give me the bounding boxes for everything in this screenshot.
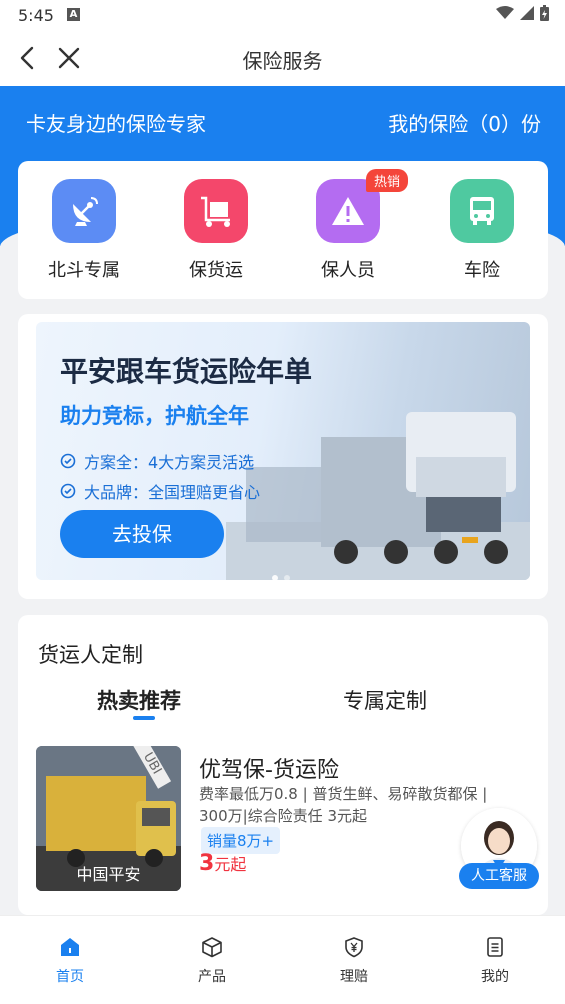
cart-icon (184, 179, 248, 243)
carousel-dots (272, 575, 290, 581)
bus-icon (450, 179, 514, 243)
system-icons (496, 5, 549, 21)
banner-feature-text: 大品牌：全国理赔更省心 (84, 483, 261, 502)
category-label: 北斗专属 (48, 260, 120, 281)
notification-a-icon: A (67, 8, 80, 21)
tab-home[interactable]: 首页 (30, 936, 110, 986)
hot-badge: 热销 (366, 169, 409, 192)
check-circle-icon (60, 453, 76, 469)
tab-label: 产品 (198, 969, 226, 985)
section-title: 货运人定制 (38, 643, 143, 667)
product-price: 3元起 (199, 851, 246, 876)
price-number: 3 (199, 851, 215, 876)
signal-icon (520, 6, 534, 20)
product-image[interactable]: UBI 中国平安 (36, 746, 181, 891)
category-label: 保货运 (189, 260, 243, 281)
tab-products[interactable]: 产品 (172, 936, 252, 986)
banner-title: 平安跟车货运险年单 (60, 355, 313, 388)
category-cargo[interactable]: 保货运 (166, 179, 266, 282)
home-icon (61, 938, 79, 956)
sales-badge: 销量8万+ (201, 827, 281, 854)
satellite-dish-icon (52, 179, 116, 243)
shield-yen-icon (345, 937, 363, 958)
category-beidou[interactable]: 北斗专属 (34, 179, 134, 282)
my-insurance-link[interactable]: 我的保险（0）份 (388, 108, 541, 137)
cube-icon (202, 937, 222, 958)
status-bar: 5:45 A (0, 0, 565, 32)
banner-card: 平安跟车货运险年单 助力竞标，护航全年 方案全：4大方案灵活选 大品牌：全国理赔… (18, 314, 548, 599)
price-unit: 元起 (214, 855, 247, 874)
category-card: 北斗专属 保货运 保人员 热销 车险 (18, 161, 548, 299)
category-label: 保人员 (321, 260, 375, 281)
status-time: 5:45 (18, 6, 54, 25)
page-title: 保险服务 (242, 49, 323, 73)
tab-hot[interactable]: 热卖推荐 (97, 685, 181, 715)
tab-mine[interactable]: 我的 (455, 936, 535, 986)
tab-indicator (133, 716, 155, 720)
nav-bar: 保险服务 (0, 32, 565, 86)
product-brand: 中国平安 (76, 865, 141, 884)
truck-illustration (226, 412, 530, 580)
apply-button[interactable]: 去投保 (60, 510, 224, 558)
category-label: 车险 (464, 260, 500, 281)
carousel-dot[interactable] (284, 575, 290, 581)
banner-feature-text: 方案全：4大方案灵活选 (84, 453, 255, 472)
tab-label: 我的 (481, 969, 509, 985)
category-car[interactable]: 车险 (432, 179, 532, 282)
banner-feature: 大品牌：全国理赔更省心 (60, 479, 260, 503)
document-icon (487, 937, 503, 957)
battery-icon (540, 5, 549, 21)
check-circle-icon (60, 483, 76, 499)
category-personnel[interactable]: 保人员 (298, 179, 398, 282)
carousel-dot[interactable] (272, 575, 278, 581)
bottom-tab-bar: 首页 产品 理赔 我的 (0, 915, 565, 1004)
product-name[interactable]: 优驾保-货运险 (199, 752, 339, 784)
banner-feature: 方案全：4大方案灵活选 (60, 449, 254, 473)
customer-service-label: 人工客服 (459, 863, 539, 889)
tab-label: 理赔 (340, 969, 368, 985)
wifi-icon (496, 6, 514, 19)
tab-label: 首页 (56, 969, 84, 985)
tab-claims[interactable]: 理赔 (314, 936, 394, 986)
customer-service-button[interactable]: 人工客服 (459, 808, 539, 889)
header-slogan: 卡友身边的保险专家 (26, 112, 206, 136)
promo-banner[interactable]: 平安跟车货运险年单 助力竞标，护航全年 方案全：4大方案灵活选 大品牌：全国理赔… (36, 322, 530, 580)
banner-subtitle: 助力竞标，护航全年 (60, 404, 249, 428)
tab-custom[interactable]: 专属定制 (343, 685, 427, 715)
